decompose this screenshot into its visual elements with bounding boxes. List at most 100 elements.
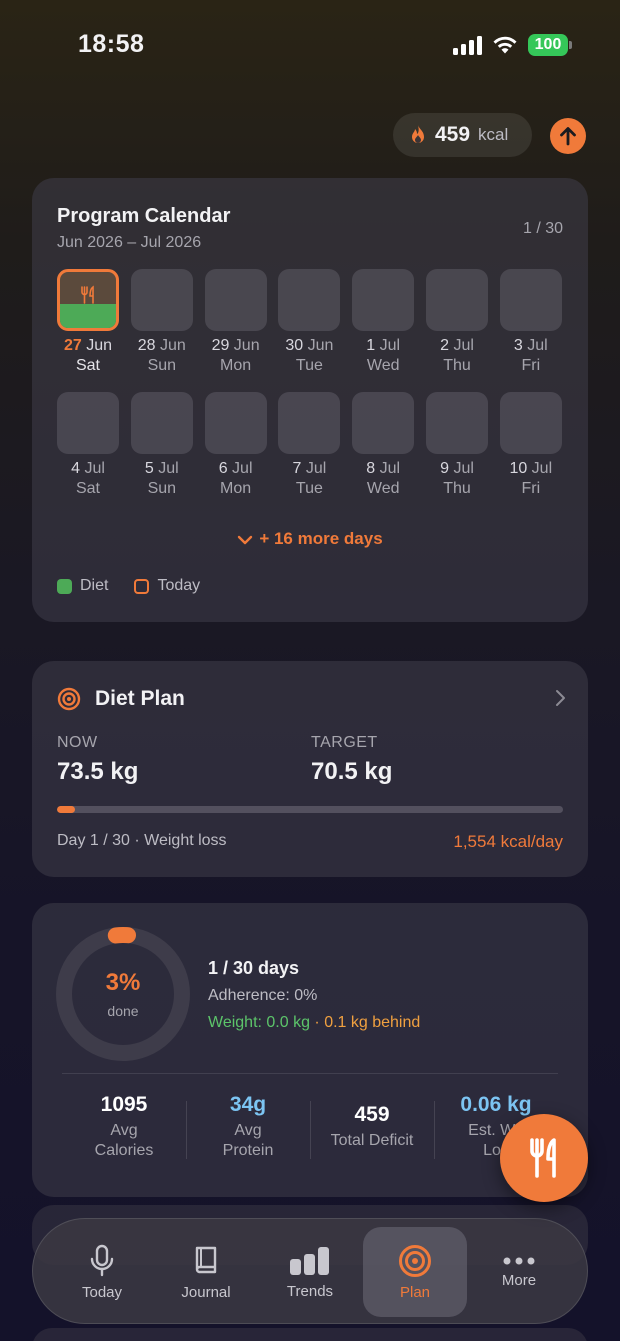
legend-diet-label: Diet bbox=[80, 577, 109, 594]
kcal-pill[interactable]: 459 kcal bbox=[393, 113, 532, 157]
tab-plan[interactable]: Plan bbox=[363, 1227, 467, 1317]
next-card-2 bbox=[32, 1328, 588, 1341]
plan-kcal-per-day: 1,554 kcal/day bbox=[453, 832, 563, 851]
day-number: 28 bbox=[137, 337, 156, 354]
day-month: Jul bbox=[301, 460, 327, 477]
day-date: 9 Jul bbox=[425, 460, 489, 478]
calendar-day[interactable]: 9 Jul Thu bbox=[425, 392, 489, 498]
day-date: 29 Jun bbox=[204, 337, 268, 355]
tab-journal[interactable]: Journal bbox=[156, 1227, 256, 1317]
day-month: Jul bbox=[449, 460, 474, 477]
day-month: Jul bbox=[80, 460, 105, 477]
day-month: Jul bbox=[449, 337, 474, 354]
day-weekday: Fri bbox=[521, 480, 541, 497]
stat-item: 459 Total Deficit bbox=[310, 1103, 434, 1151]
stat-value: 34g bbox=[229, 1093, 267, 1116]
day-weekday: Sun bbox=[147, 357, 177, 374]
wifi-icon bbox=[493, 36, 517, 54]
day-date: 1 Jul bbox=[351, 337, 415, 355]
chevron-down-icon bbox=[238, 535, 253, 544]
day-cell bbox=[278, 269, 341, 331]
day-weekday: Wed bbox=[366, 357, 400, 374]
more-days-button[interactable]: + 16 more days bbox=[32, 529, 588, 549]
day-weekday: Thu bbox=[443, 480, 471, 497]
day-month: Jun bbox=[303, 337, 334, 354]
tab-more[interactable]: More bbox=[469, 1227, 569, 1317]
diet-plan-card[interactable]: Diet Plan NOW 73.5 kg TARGET 70.5 kg Day… bbox=[32, 661, 588, 877]
now-label: NOW bbox=[57, 734, 98, 751]
scroll-up-button[interactable] bbox=[550, 118, 586, 154]
progress-ring: 3% done bbox=[54, 925, 192, 1063]
day-number: 1 bbox=[366, 337, 376, 354]
diet-plan-title: Diet Plan bbox=[95, 687, 185, 710]
signal-icon bbox=[453, 35, 482, 55]
day-weekday: Sat bbox=[75, 480, 100, 497]
tab-label: Today bbox=[81, 1283, 123, 1301]
day-date: 27 Jun bbox=[56, 337, 120, 355]
calendar-day[interactable]: 28 Jun Sun bbox=[130, 269, 194, 375]
bars-icon bbox=[290, 1246, 329, 1275]
day-date: 3 Jul bbox=[499, 337, 563, 355]
kcal-value: 459 bbox=[435, 123, 471, 146]
plan-progress-bar bbox=[57, 806, 563, 813]
day-weekday: Mon bbox=[220, 357, 252, 374]
calendar-day[interactable]: 30 Jun Tue bbox=[277, 269, 341, 375]
target-icon bbox=[399, 1244, 431, 1277]
day-cell bbox=[130, 392, 193, 454]
day-cell bbox=[130, 269, 193, 331]
calendar-day[interactable]: 8 Jul Wed bbox=[351, 392, 415, 498]
divider bbox=[62, 1073, 558, 1074]
kcal-unit: kcal bbox=[478, 125, 509, 144]
calendar-day[interactable]: 29 Jun Mon bbox=[204, 269, 268, 375]
tab-label: Trends bbox=[286, 1282, 334, 1300]
legend-today-label: Today bbox=[157, 577, 201, 594]
day-month: Jul bbox=[227, 460, 253, 477]
day-date: 4 Jul bbox=[56, 460, 120, 478]
target-label: TARGET bbox=[311, 734, 378, 751]
weight-change: Weight: 0.0 kg bbox=[208, 1014, 310, 1031]
day-weekday: Fri bbox=[521, 357, 541, 374]
day-date: 8 Jul bbox=[351, 460, 415, 478]
tab-today[interactable]: Today bbox=[52, 1227, 152, 1317]
stat-label: Total Deficit bbox=[330, 1132, 414, 1149]
more-days-label: + 16 more days bbox=[259, 529, 383, 548]
calendar-day[interactable]: 3 Jul Fri bbox=[499, 269, 563, 375]
calendar-day[interactable]: 27 Jun Sat bbox=[56, 269, 120, 375]
calendar-title: Program Calendar bbox=[57, 205, 231, 227]
plan-day-label: Day 1 / 30 · Weight loss bbox=[57, 832, 227, 849]
calendar-day[interactable]: 10 Jul Fri bbox=[499, 392, 563, 498]
day-cell bbox=[57, 392, 119, 454]
day-number: 4 bbox=[71, 460, 80, 477]
chevron-right-icon bbox=[556, 690, 565, 706]
tab-trends[interactable]: Trends bbox=[260, 1227, 360, 1317]
day-cell bbox=[352, 392, 415, 454]
day-month: Jun bbox=[155, 337, 186, 354]
day-cell bbox=[352, 269, 415, 331]
mic-icon bbox=[90, 1244, 114, 1276]
day-cell bbox=[204, 269, 267, 331]
calendar-day[interactable]: 6 Jul Mon bbox=[204, 392, 268, 498]
day-number: 5 bbox=[144, 460, 154, 477]
calendar-day[interactable]: 1 Jul Wed bbox=[351, 269, 415, 375]
stat-item: 1095 Avg Calories bbox=[62, 1093, 186, 1161]
target-weight: 70.5 kg bbox=[311, 758, 393, 785]
calendar-count: 1 / 30 bbox=[522, 220, 563, 237]
calendar-day[interactable]: 5 Jul Sun bbox=[130, 392, 194, 498]
day-number: 8 bbox=[366, 460, 376, 477]
battery-indicator: 100 bbox=[528, 34, 572, 56]
legend-today-swatch bbox=[134, 578, 150, 594]
stat-value: 1095 bbox=[100, 1093, 148, 1116]
day-date: 2 Jul bbox=[425, 337, 489, 355]
calendar-day[interactable]: 2 Jul Thu bbox=[425, 269, 489, 375]
add-meal-button[interactable] bbox=[500, 1114, 588, 1202]
day-number: 2 bbox=[440, 337, 449, 354]
arrow-up-icon bbox=[560, 127, 576, 146]
calendar-day[interactable]: 4 Jul Sat bbox=[56, 392, 120, 498]
day-number: 29 bbox=[211, 337, 230, 354]
day-cell bbox=[426, 392, 488, 454]
calendar-day[interactable]: 7 Jul Tue bbox=[277, 392, 341, 498]
day-number: 9 bbox=[440, 460, 449, 477]
legend-diet-swatch bbox=[57, 578, 72, 594]
program-calendar-card: Program Calendar Jun 2026 – Jul 2026 1 /… bbox=[32, 178, 588, 622]
day-month: Jul bbox=[153, 460, 179, 477]
